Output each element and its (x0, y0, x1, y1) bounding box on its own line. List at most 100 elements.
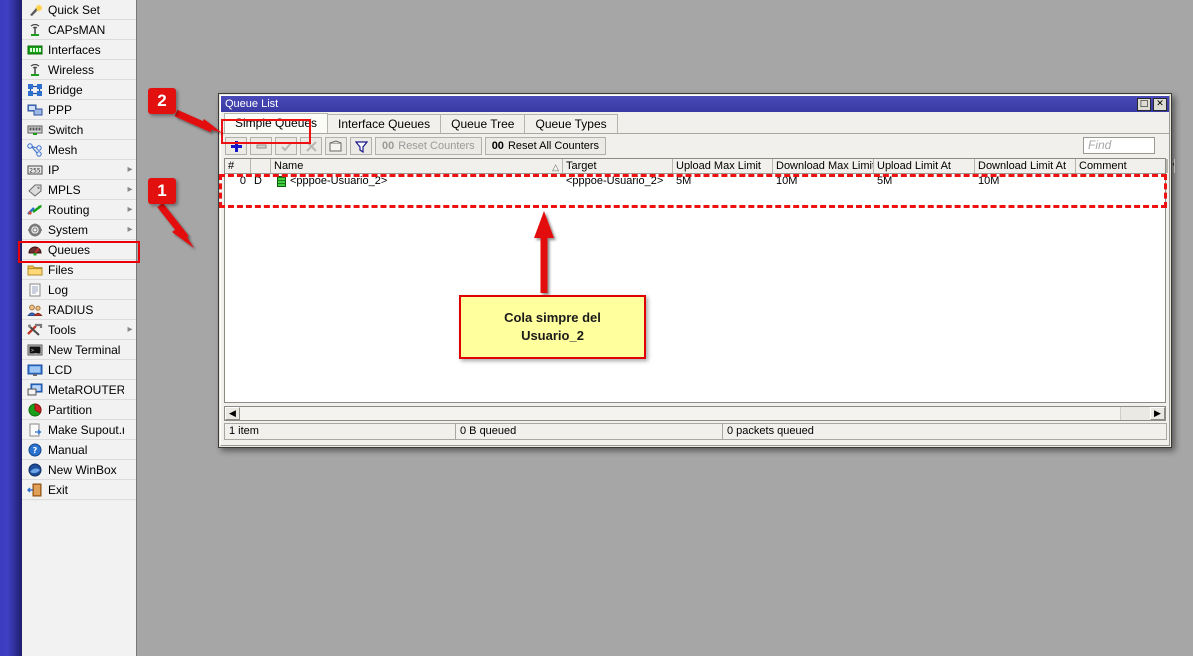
column-header-label: Upload Max Limit (676, 160, 761, 172)
cell-downmax: 10M (773, 174, 874, 189)
column-header-upmax[interactable]: Upload Max Limit (673, 159, 773, 173)
sidebar-item-radius[interactable]: RADIUS (22, 300, 136, 320)
column-header-label: Download Max Limit (776, 160, 874, 172)
column-header-label: Download Limit At (978, 160, 1066, 172)
sidebar-item-queues[interactable]: Queues (22, 240, 136, 260)
sidebar-item-new-terminal[interactable]: >_New Terminal (22, 340, 136, 360)
plus-icon (230, 140, 243, 153)
sidebar-item-exit[interactable]: Exit (22, 480, 136, 500)
gear-icon (26, 222, 44, 238)
column-header-num[interactable]: # (225, 159, 251, 173)
remove-queue-button[interactable] (250, 137, 272, 155)
sidebar-item-log[interactable]: Log (22, 280, 136, 300)
sidebar-item-files[interactable]: Files (22, 260, 136, 280)
close-icon[interactable]: ✕ (1153, 98, 1167, 111)
nic-card-icon (26, 42, 44, 58)
sidebar-item-partition[interactable]: Partition (22, 400, 136, 420)
reset-all-counters-label: Reset All Counters (508, 140, 599, 152)
disable-queue-button[interactable] (300, 137, 322, 155)
sidebar-item-new-winbox[interactable]: New WinBox (22, 460, 136, 480)
sort-ascending-icon[interactable]: △ (552, 160, 559, 173)
scroll-gap (1120, 407, 1150, 420)
table-header-row[interactable]: # Name△TargetUpload Max Limit Download Max… (225, 159, 1165, 174)
horizontal-scrollbar[interactable]: ◀ ▶ (224, 406, 1166, 421)
tab-queue-types[interactable]: Queue Types (524, 114, 617, 133)
page-export-icon (26, 422, 44, 438)
routeros-winbox-label: RouterOS WinBox (0, 422, 2, 642)
sidebar-item-label: Tools (48, 323, 124, 337)
column-header-downmax[interactable]: Download Max Limit (773, 159, 874, 173)
cell-target: <pppoe-Usuario_2> (563, 174, 673, 189)
submenu-chevron-icon: ▸ (124, 205, 136, 215)
column-header-name[interactable]: Name△ (271, 159, 563, 173)
metarouter-icon (26, 382, 44, 398)
callout-line-2: Usuario_2 (504, 327, 601, 345)
comment-button[interactable] (325, 137, 347, 155)
sidebar-item-label: Interfaces (48, 43, 124, 57)
filter-button[interactable] (350, 137, 372, 155)
sidebar-item-lcd[interactable]: LCD (22, 360, 136, 380)
scroll-right-icon[interactable]: ▶ (1150, 407, 1165, 420)
arrow-badge-1 (160, 205, 194, 248)
toolbar[interactable]: 00 Reset Counters 00 Reset All Counters … (221, 135, 1169, 157)
annotation-callout: Cola simpre del Usuario_2 (459, 295, 646, 359)
queue-table[interactable]: # Name△TargetUpload Max Limit Download Max… (224, 158, 1166, 403)
column-header-upat[interactable]: Upload Limit At (874, 159, 975, 173)
scroll-track[interactable] (240, 407, 1120, 420)
main-menu-sidebar[interactable]: Quick SetCAPsMAN Interfaces WirelessBridge… (22, 0, 137, 656)
table-body[interactable]: 0D<pppoe-Usuario_2><pppoe-Usuario_2>5M10… (225, 174, 1165, 189)
sidebar-item-label: Partition (48, 403, 124, 417)
find-input[interactable]: Find (1083, 137, 1155, 154)
queue-list-window[interactable]: Queue List □ ✕ Simple QueuesInterface Qu… (218, 93, 1172, 448)
arrow-badge-2 (176, 113, 222, 133)
tab-strip[interactable]: Simple QueuesInterface QueuesQueue TreeQ… (221, 112, 1169, 134)
column-header-downat[interactable]: Download Limit At (975, 159, 1076, 173)
column-header-comment[interactable]: Comment (1076, 159, 1167, 173)
enable-queue-button[interactable] (275, 137, 297, 155)
add-queue-button[interactable] (225, 137, 247, 155)
sidebar-item-mpls[interactable]: MPLS▸ (22, 180, 136, 200)
sidebar-item-metarouter[interactable]: MetaROUTER (22, 380, 136, 400)
tab-interface-queues[interactable]: Interface Queues (327, 114, 441, 133)
sidebar-item-interfaces[interactable]: Interfaces (22, 40, 136, 60)
sidebar-item-routing[interactable]: Routing▸ (22, 200, 136, 220)
table-row[interactable]: 0D<pppoe-Usuario_2><pppoe-Usuario_2>5M10… (225, 174, 1165, 189)
help-icon: ? (26, 442, 44, 458)
maximize-icon[interactable]: □ (1137, 98, 1151, 111)
mesh-icon (26, 142, 44, 158)
sidebar-item-ip[interactable]: 255IP▸ (22, 160, 136, 180)
sidebar-item-bridge[interactable]: Bridge (22, 80, 136, 100)
scroll-left-icon[interactable]: ◀ (225, 407, 240, 420)
sidebar-item-system[interactable]: System▸ (22, 220, 136, 240)
annotation-badge-1: 1 (148, 178, 176, 204)
sidebar-item-mesh[interactable]: Mesh (22, 140, 136, 160)
sidebar-item-quick-set[interactable]: Quick Set (22, 0, 136, 20)
brand-strip: RouterOS WinBox (0, 0, 22, 656)
folder-icon (26, 262, 44, 278)
submenu-chevron-icon: ▸ (124, 225, 136, 235)
pie-partition-icon (26, 402, 44, 418)
sidebar-item-manual[interactable]: ?Manual (22, 440, 136, 460)
reset-counters-button[interactable]: 00 Reset Counters (375, 137, 482, 155)
monitor-icon (26, 362, 44, 378)
window-titlebar[interactable]: Queue List □ ✕ (221, 96, 1169, 112)
column-chooser-dropdown-icon[interactable]: ▼ (1167, 159, 1175, 173)
column-header-flags[interactable] (251, 159, 271, 173)
status-bar: 1 item0 B queued0 packets queued (224, 423, 1166, 440)
sidebar-item-make-supout-rif[interactable]: Make Supout.rif (22, 420, 136, 440)
menu-empty-area (22, 502, 136, 656)
tab-simple-queues[interactable]: Simple Queues (224, 113, 328, 133)
svg-text:?: ? (33, 446, 38, 455)
column-header-target[interactable]: Target (563, 159, 673, 173)
tab-queue-tree[interactable]: Queue Tree (440, 114, 525, 133)
queues-icon (26, 242, 44, 258)
sidebar-item-tools[interactable]: Tools▸ (22, 320, 136, 340)
svg-text:>_: >_ (31, 348, 38, 354)
sidebar-item-ppp[interactable]: PPP (22, 100, 136, 120)
sidebar-item-wireless[interactable]: Wireless (22, 60, 136, 80)
menu-list[interactable]: Quick SetCAPsMAN Interfaces WirelessBridge… (22, 0, 136, 500)
reset-all-counters-button[interactable]: 00 Reset All Counters (485, 137, 606, 155)
bridge-icon (26, 82, 44, 98)
sidebar-item-capsman[interactable]: CAPsMAN (22, 20, 136, 40)
sidebar-item-switch[interactable]: Switch (22, 120, 136, 140)
